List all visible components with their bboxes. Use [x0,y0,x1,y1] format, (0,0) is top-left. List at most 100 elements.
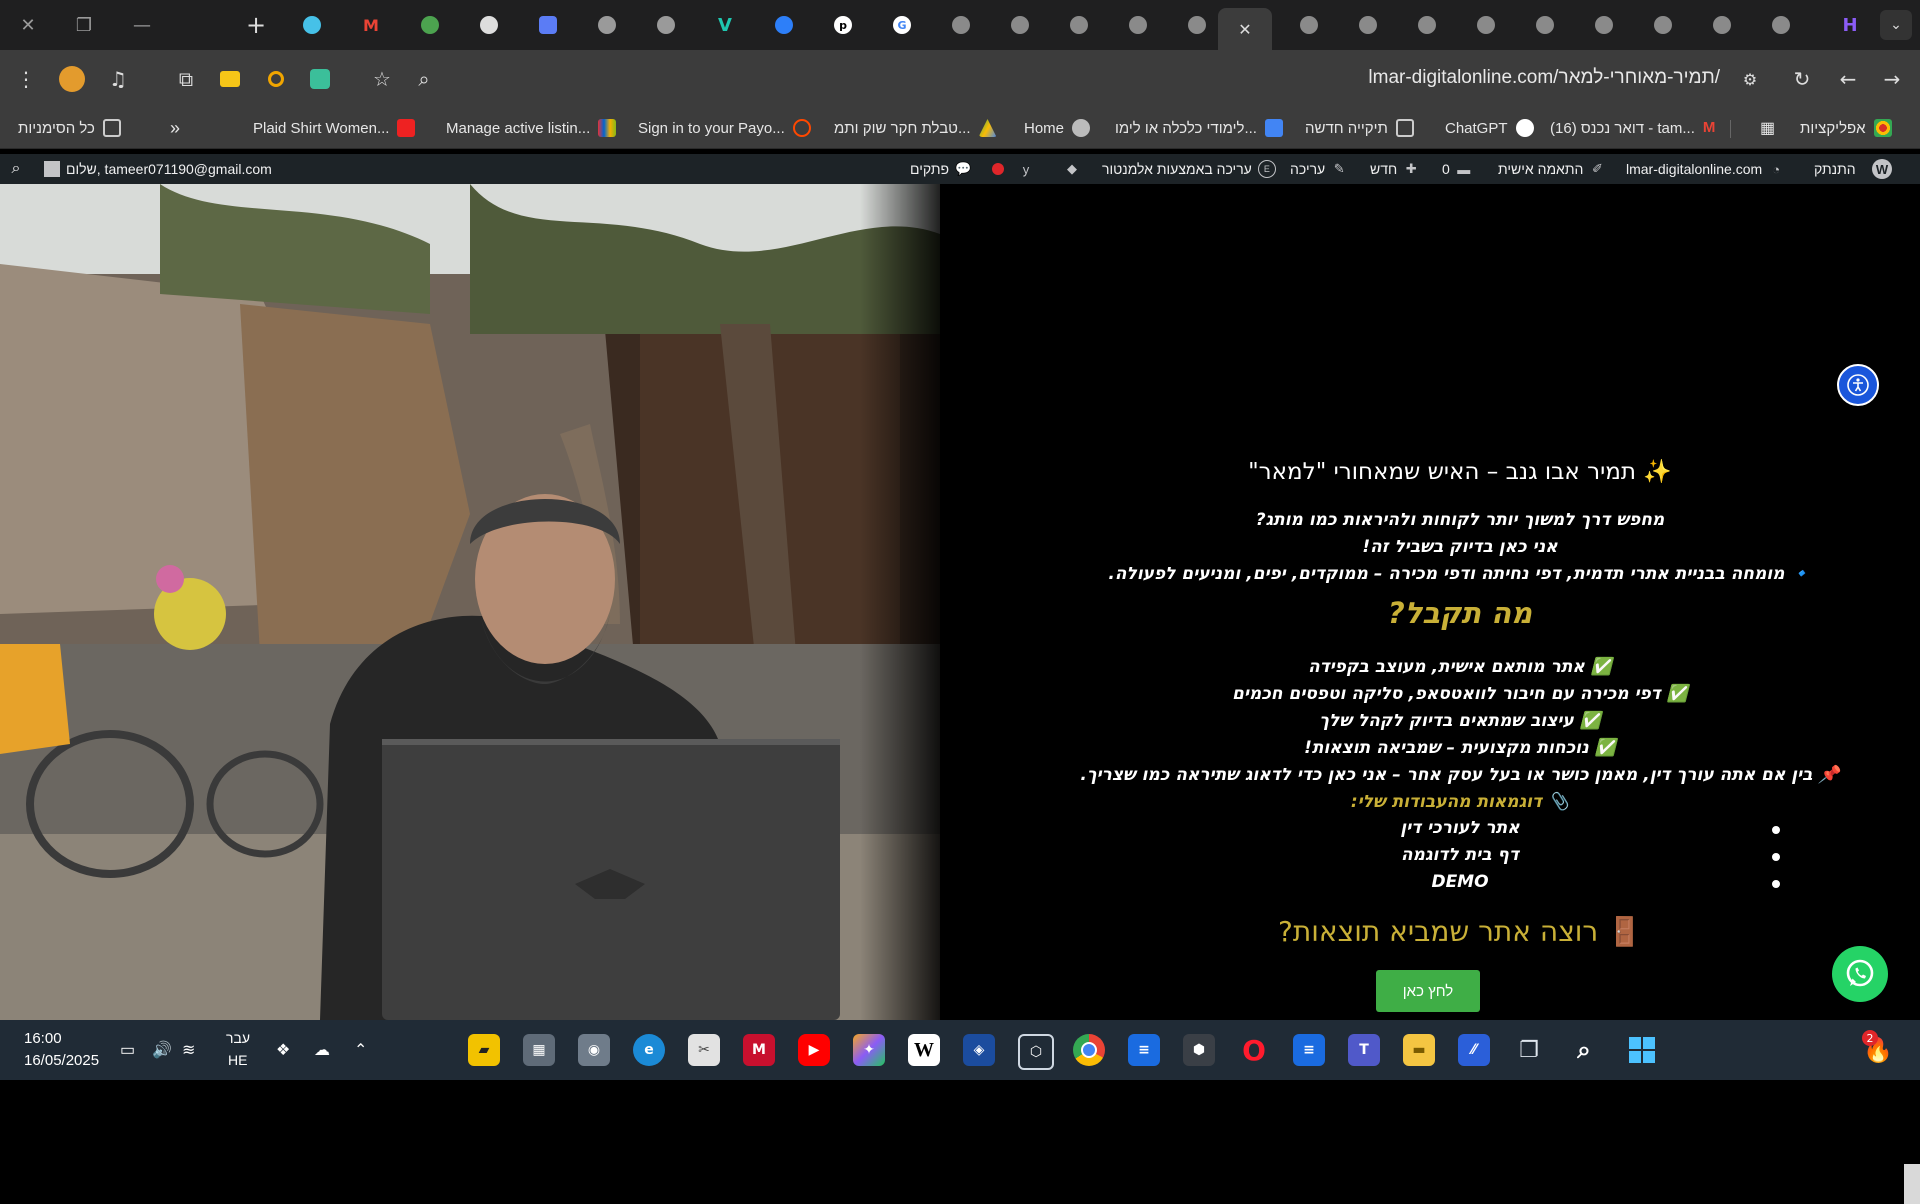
site-settings-icon[interactable]: ⚙ [1736,65,1764,93]
address-bar[interactable]: lmar-digitalonline.com/תמיר-מאוחרי-למאר/ [1368,67,1720,89]
reload-icon[interactable]: ↻ [1788,65,1816,93]
tab[interactable] [461,8,517,42]
tab[interactable] [1517,8,1573,42]
tab[interactable] [1281,8,1337,42]
calculator-icon[interactable]: ▦ [523,1034,555,1066]
whatsapp-button[interactable] [1832,946,1888,1002]
docs-icon[interactable]: ≡ [1128,1034,1160,1066]
copilot-icon[interactable]: ✦ [853,1034,885,1066]
new-tab-button[interactable]: + [236,10,276,40]
edge-icon[interactable]: e [633,1034,665,1066]
close-tab-icon[interactable]: ✕ [1238,20,1251,39]
scrollbar[interactable] [1904,1164,1920,1204]
app-icon[interactable]: ◈ [963,1034,995,1066]
cta-button[interactable]: לחץ כאן [1376,970,1480,1012]
youtube-icon[interactable]: ▶ [798,1034,830,1066]
diamond-icon[interactable]: ◆ [1064,159,1080,179]
close-window-button[interactable]: ✕ [8,10,48,40]
tab[interactable]: p [815,8,871,42]
tab[interactable] [992,8,1048,42]
camera-icon[interactable]: ◉ [578,1034,610,1066]
search-icon[interactable]: ⌕ [1568,1034,1600,1066]
more-bookmarks-button[interactable]: » [170,116,180,140]
bookmark-item[interactable]: טבלת חקר שוק ותמ... [834,116,997,140]
forward-icon[interactable]: → [1878,65,1906,93]
tab[interactable]: H [1822,8,1878,42]
notes-menu[interactable]: פתקים 💬 [910,159,971,179]
clock-date[interactable]: 16/05/2025 [24,1052,99,1069]
file-explorer-icon[interactable]: ▬ [1403,1034,1435,1066]
virtualbox-icon[interactable]: ⬡ [1018,1034,1054,1070]
menu-kebab-icon[interactable]: ⋮ [12,65,40,93]
snipping-tool-icon[interactable]: ✂ [688,1034,720,1066]
tab[interactable]: V [697,8,753,42]
tab[interactable] [933,8,989,42]
customize[interactable]: התאמה אישית ✐ [1498,159,1605,179]
bookmark-item[interactable]: Sign in to your Payo... [638,116,811,140]
sticky-notes-icon[interactable]: ▰ [468,1034,500,1066]
bookmark-item[interactable]: דואר נכנס (16) - tam... M [1550,116,1721,140]
minimize-window-button[interactable]: — [122,10,162,40]
language-code[interactable]: HE [228,1052,247,1068]
bookmark-item[interactable]: Home [1024,116,1091,140]
show-hidden-icons-chevron-icon[interactable]: ⌃ [354,1040,367,1060]
bookmark-folder[interactable]: תיקייה חדשה [1305,116,1414,140]
tab[interactable] [1110,8,1166,42]
example-link[interactable]: DEMO [1060,872,1860,892]
onedrive-icon[interactable]: ☁ [314,1040,330,1060]
mcafee-icon[interactable]: M [743,1034,775,1066]
site-name[interactable]: lmar-digitalonline.com ◔ [1626,159,1784,179]
comments[interactable]: 0 ▬ [1442,159,1472,179]
tab[interactable] [1753,8,1809,42]
bookmark-item[interactable]: לימודי כלכלה או לימו... [1115,116,1283,140]
wordpress-logo-icon[interactable]: W [1872,159,1892,179]
wikipedia-icon[interactable]: W [908,1034,940,1066]
logout[interactable]: התנתק [1814,159,1856,179]
yoast-icon[interactable]: y [1018,159,1034,179]
tab[interactable] [1458,8,1514,42]
tab[interactable]: M [343,8,399,42]
admin-search-icon[interactable]: ⌕ [8,159,24,179]
active-tab[interactable]: ✕ [1218,8,1272,50]
dropbox-icon[interactable]: ❖ [276,1040,290,1060]
task-view-icon[interactable]: ❐ [1513,1034,1545,1066]
start-button-windows-icon[interactable] [1626,1034,1658,1066]
volume-icon[interactable]: 🔊 [152,1040,172,1060]
tab[interactable] [1635,8,1691,42]
tab[interactable] [284,8,340,42]
battery-icon[interactable]: ▭ [120,1040,135,1060]
bookmark-item[interactable]: אפליקציות [1800,116,1892,140]
bookmark-item[interactable]: ChatGPT [1445,116,1534,140]
tab[interactable] [1340,8,1396,42]
tab[interactable] [638,8,694,42]
chrome-taskbar-icon[interactable] [1073,1034,1105,1066]
edit-page[interactable]: עריכה ✎ [1290,159,1347,179]
profile-avatar[interactable] [58,65,86,93]
language-top[interactable]: עבר [226,1030,250,1046]
tab[interactable] [1051,8,1107,42]
extensions-puzzle-icon[interactable]: ⧉ [172,65,200,93]
clock-time[interactable]: 16:00 [24,1030,62,1047]
media-queue-icon[interactable]: ♫ [104,65,132,93]
docs-icon[interactable]: ≡ [1293,1034,1325,1066]
app-icon[interactable]: ⁄⁄ [1458,1034,1490,1066]
teams-icon[interactable]: T [1348,1034,1380,1066]
example-link[interactable]: דף בית לדוגמה [1060,845,1860,865]
record-icon[interactable] [992,159,1004,179]
bookmark-item[interactable]: Manage active listin... [446,116,617,140]
all-bookmarks[interactable]: כל הסימניות [18,116,121,140]
tab[interactable] [520,8,576,42]
bookmark-item[interactable]: Plaid Shirt Women... [253,116,416,140]
tab[interactable] [402,8,458,42]
back-icon[interactable]: ← [1834,65,1862,93]
tab[interactable] [579,8,635,42]
wifi-icon[interactable]: ≋ [182,1040,195,1060]
zoom-icon[interactable]: ⌕ [410,65,438,93]
bookmark-star-icon[interactable]: ☆ [368,65,396,93]
example-link[interactable]: אתר לעורכי דין [1060,818,1860,838]
apps-grid-icon[interactable]: ▦ [1760,116,1775,140]
tab[interactable] [1694,8,1750,42]
opera-icon[interactable]: O [1238,1034,1270,1067]
restore-window-button[interactable]: ❐ [64,10,104,40]
edit-with-elementor[interactable]: עריכה באמצעות אלמנטור E [1102,159,1276,179]
